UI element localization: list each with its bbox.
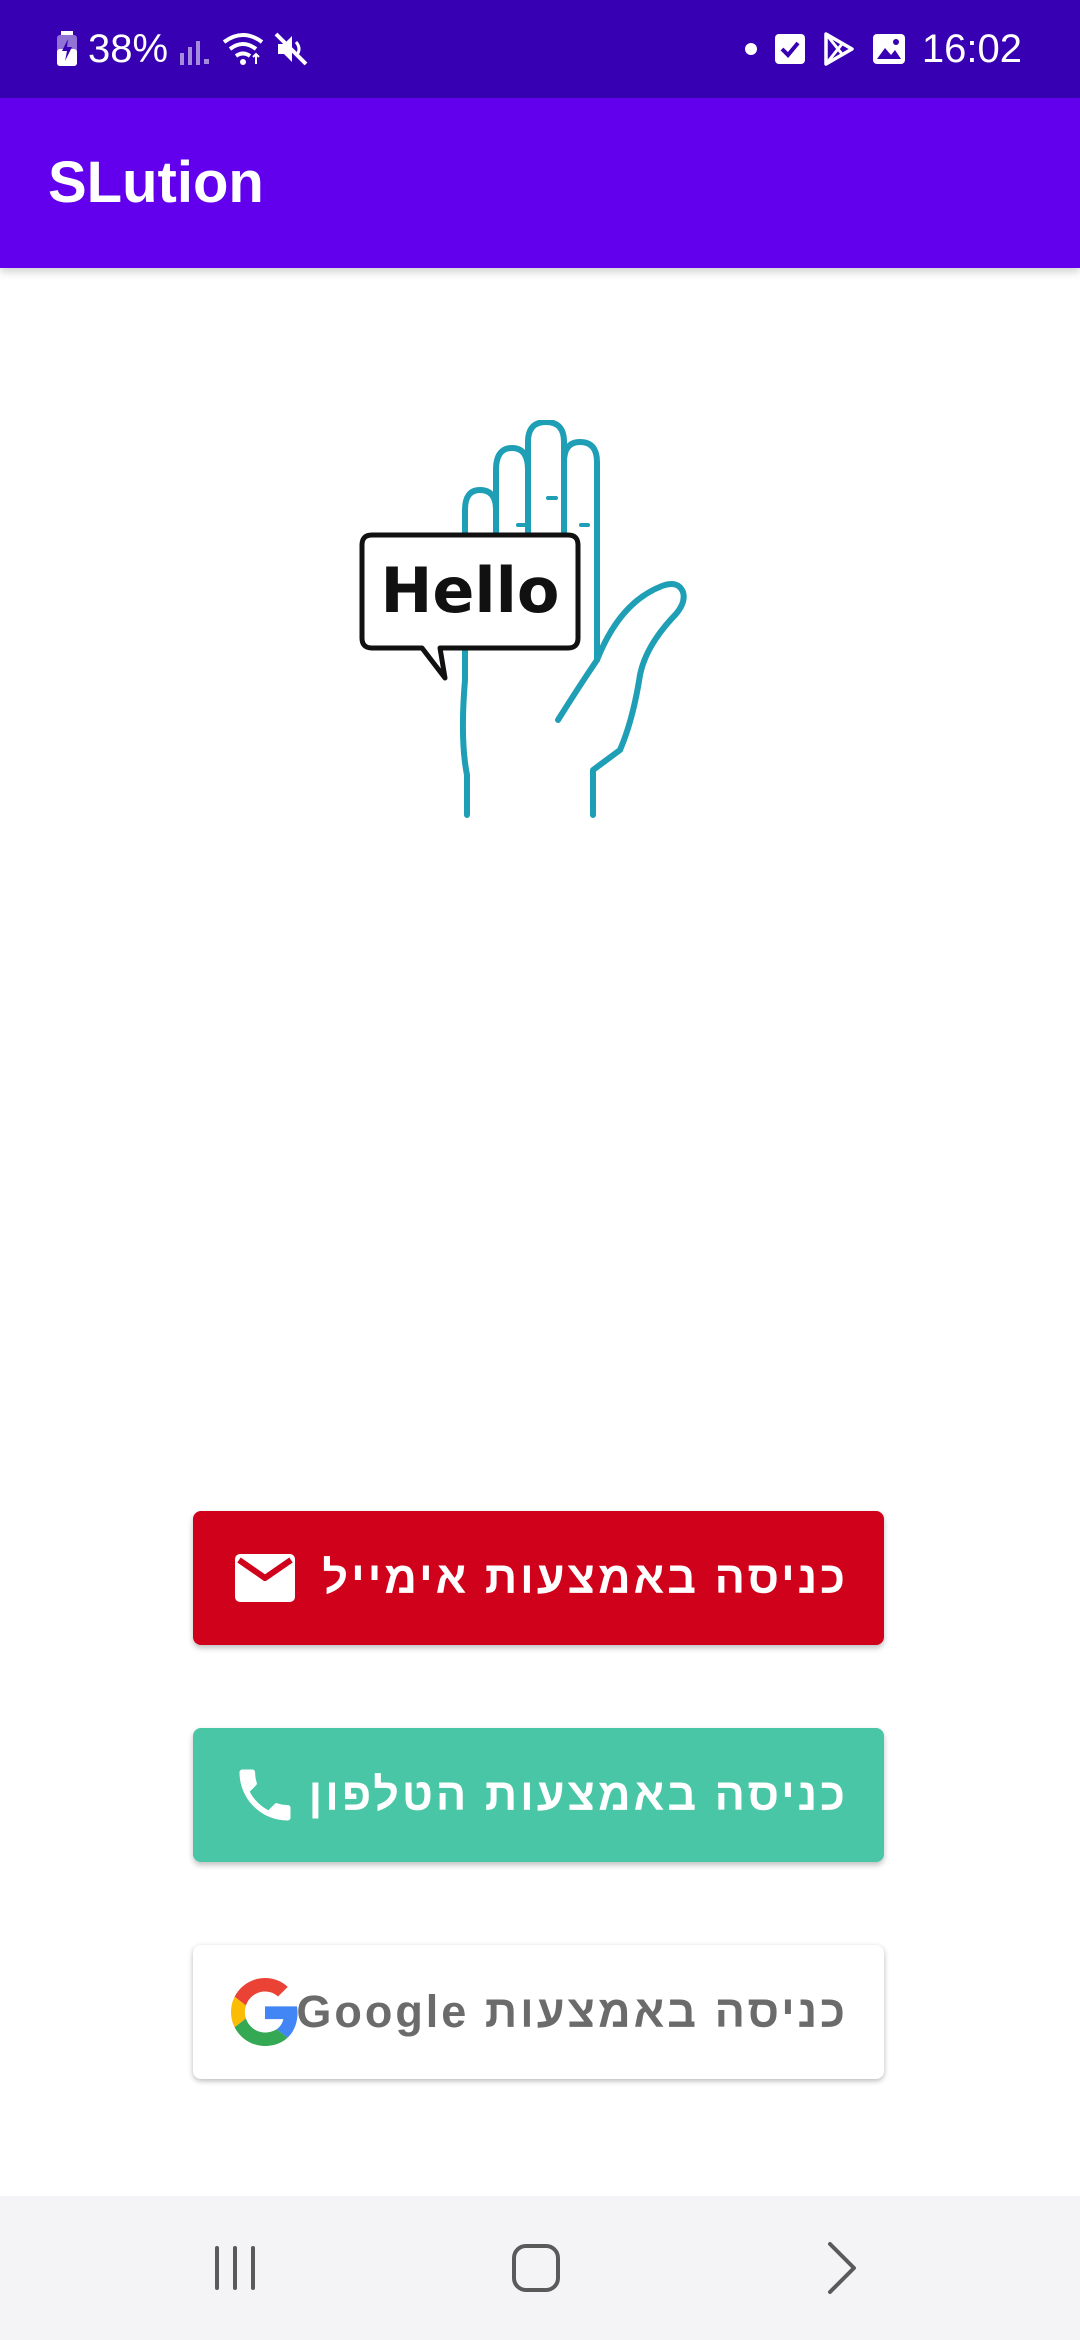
system-nav-bar	[0, 2196, 1080, 2340]
signal-icon	[178, 33, 212, 65]
google-login-button[interactable]: כניסה באמצעות Google	[193, 1945, 884, 2079]
email-login-button[interactable]: כניסה באמצעות אימייל	[193, 1511, 884, 1645]
mute-icon	[274, 32, 310, 66]
wifi-icon	[222, 32, 264, 66]
status-left: 38%	[56, 0, 310, 98]
status-right: 16:02	[744, 0, 1022, 98]
back-icon[interactable]	[808, 2236, 872, 2300]
app-title: SLution	[48, 150, 264, 215]
play-store-icon	[822, 32, 856, 66]
hello-hand-logo: Hello	[350, 419, 730, 820]
hello-text: Hello	[380, 554, 559, 627]
checkbox-icon	[774, 33, 806, 65]
status-bar: 38% 16:02	[0, 0, 1080, 98]
notification-dot-icon	[744, 42, 758, 56]
mail-icon	[231, 1544, 299, 1612]
phone-login-button[interactable]: כניסה באמצעות הטלפון	[193, 1728, 884, 1862]
recent-apps-icon[interactable]	[203, 2236, 267, 2300]
battery-charging-icon	[56, 31, 78, 67]
app-bar: SLution	[0, 98, 1080, 268]
hand-illustration: Hello	[359, 419, 687, 818]
battery-percent: 38%	[88, 26, 169, 71]
gallery-icon	[872, 33, 906, 65]
email-login-label: כניסה באמצעות אימייל	[322, 1552, 848, 1603]
phone-icon	[231, 1761, 299, 1829]
google-login-label: כניסה באמצעות Google	[296, 1986, 848, 2037]
home-icon[interactable]	[504, 2236, 568, 2300]
phone-login-label: כניסה באמצעות הטלפון	[308, 1769, 848, 1820]
login-screen: 38% 16:02 SLution Hello כניסה באמצעות אי…	[0, 0, 1080, 2340]
google-icon	[231, 1978, 299, 2046]
clock: 16:02	[921, 26, 1022, 71]
